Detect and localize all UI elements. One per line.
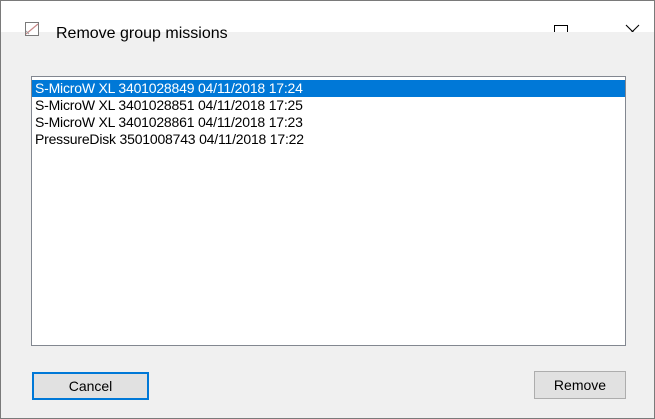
remove-group-missions-dialog: Remove group missions S-MicroW XL 340102… (0, 0, 655, 419)
missions-listbox[interactable]: S-MicroW XL 3401028849 04/11/2018 17:24 … (31, 76, 626, 346)
list-item[interactable]: S-MicroW XL 3401028861 04/11/2018 17:23 (32, 114, 625, 131)
minimize-icon (469, 1, 515, 32)
title-bar[interactable]: Remove group missions (1, 1, 654, 42)
remove-button[interactable]: Remove (534, 371, 626, 399)
close-icon (625, 24, 640, 32)
maximize-button[interactable] (540, 1, 586, 32)
list-item[interactable]: S-MicroW XL 3401028851 04/11/2018 17:25 (32, 97, 625, 114)
window-title: Remove group missions (56, 25, 228, 42)
sensor-app-icon (25, 22, 39, 36)
maximize-icon (554, 25, 568, 32)
cancel-button[interactable]: Cancel (32, 372, 149, 400)
minimize-button[interactable] (469, 1, 515, 32)
close-button[interactable] (607, 1, 653, 32)
list-item[interactable]: S-MicroW XL 3401028849 04/11/2018 17:24 (32, 80, 625, 97)
list-item[interactable]: PressureDisk 3501008743 04/11/2018 17:22 (32, 131, 625, 148)
